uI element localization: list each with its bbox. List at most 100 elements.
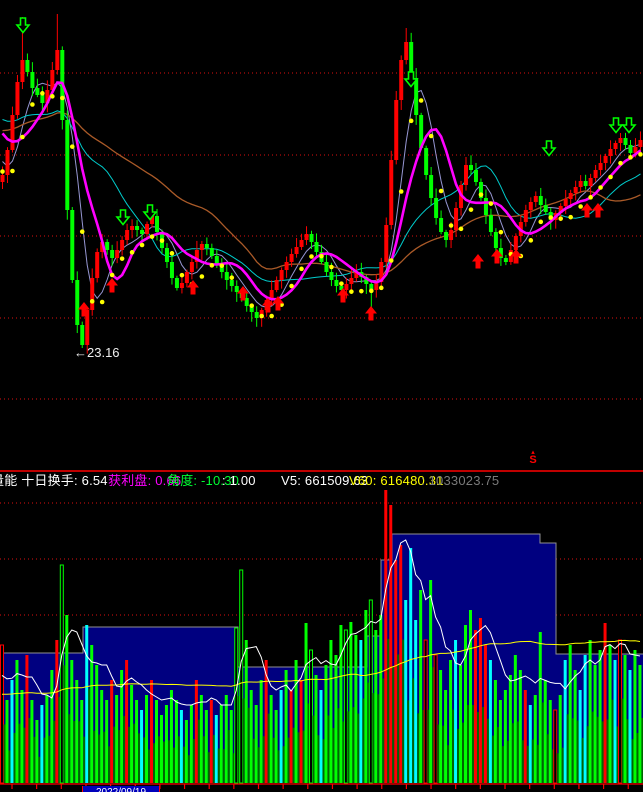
volume-bar	[439, 670, 442, 783]
volume-sub-bar	[457, 729, 459, 783]
volume-bar	[180, 710, 183, 783]
volume-bar	[464, 625, 467, 783]
volume-sub-bar	[597, 717, 599, 783]
candle-body	[180, 283, 184, 288]
volume-sub-bar	[482, 707, 484, 783]
sar-dot	[249, 303, 254, 308]
candle-body	[280, 270, 284, 280]
volume-sub-bar	[213, 735, 215, 783]
candle-body	[135, 226, 139, 230]
sar-dot	[30, 102, 35, 107]
volume-sub-bar	[133, 724, 135, 783]
volume-bar	[509, 675, 512, 783]
volume-sub-bar	[447, 745, 449, 783]
candle-body	[165, 248, 169, 262]
sar-dot	[479, 192, 484, 197]
volume-sub-bar	[477, 712, 479, 783]
sar-dot	[110, 273, 115, 278]
candle-body	[300, 240, 304, 247]
candle-body	[464, 165, 468, 185]
candle-body	[454, 208, 458, 230]
volume-sub-bar	[43, 738, 45, 783]
volume-bar	[444, 690, 447, 783]
sar-dot	[588, 195, 593, 200]
candle-body	[140, 230, 144, 234]
candle-body	[604, 156, 608, 163]
sar-dot	[329, 265, 334, 270]
buy-arrow-icon	[106, 278, 118, 293]
volume-bar	[55, 640, 58, 783]
volume-sub-bar	[98, 735, 100, 783]
volume-sub-bar	[198, 720, 200, 783]
candle-body	[125, 230, 129, 240]
volume-bar	[339, 625, 342, 783]
volume-sub-bar	[148, 749, 150, 783]
candle-body	[444, 232, 448, 240]
volume-sub-bar	[397, 654, 399, 783]
volume-sub-bar	[23, 728, 25, 783]
volume-bar	[170, 690, 173, 783]
volume-bar	[519, 670, 522, 783]
chart-canvas[interactable]: ←23.16	[0, 0, 643, 792]
volume-bar	[300, 680, 303, 783]
candle-body	[544, 205, 548, 212]
volume-sub-bar	[38, 757, 40, 783]
volume-bar	[389, 505, 392, 783]
candle-body	[210, 248, 214, 256]
volume-bar	[35, 720, 38, 783]
sell-arrow-icon	[144, 205, 156, 220]
candle-body	[609, 149, 613, 156]
candle-body	[230, 280, 234, 286]
volume-bar	[85, 625, 88, 783]
volume-bar	[449, 660, 452, 783]
volume-sub-bar	[173, 748, 175, 783]
sar-dot	[200, 274, 205, 279]
sar-dot	[529, 238, 534, 243]
volume-sub-bar	[88, 688, 90, 783]
sar-dot	[349, 289, 354, 294]
candle-body	[95, 252, 99, 278]
volume-bar	[474, 630, 477, 783]
candle-body	[349, 278, 353, 284]
volume-bar	[135, 700, 138, 783]
candle-body	[285, 262, 289, 270]
candle-body	[599, 163, 603, 170]
volume-sub-bar	[582, 738, 584, 783]
volume-bar	[60, 565, 63, 783]
volume-bar	[185, 720, 188, 783]
candle-body	[80, 325, 84, 345]
volume-bar	[499, 700, 502, 783]
volume-bar	[384, 490, 387, 783]
date-label: 2022/09/19	[83, 786, 159, 792]
sar-dot	[90, 299, 95, 304]
volume-sub-bar	[293, 728, 295, 783]
volume-sub-bar	[143, 737, 145, 783]
candle-body	[324, 262, 328, 272]
candle-body	[589, 178, 593, 186]
volume-bar	[115, 695, 118, 783]
volume-sub-bar	[243, 698, 245, 783]
candle-body	[489, 215, 493, 232]
candle-body	[70, 210, 74, 280]
volume-bar	[539, 632, 542, 783]
volume-sub-bar	[298, 732, 300, 783]
volume-sub-bar	[108, 746, 110, 783]
sar-dot	[180, 273, 185, 278]
volume-bar	[319, 690, 322, 783]
sar-dot	[439, 189, 444, 194]
volume-bar	[140, 710, 143, 783]
volume-sub-bar	[278, 750, 280, 783]
sar-dot	[399, 189, 404, 194]
volume-bar	[25, 655, 28, 783]
volume-sub-bar	[442, 726, 444, 783]
volume-sub-bar	[592, 712, 594, 783]
volume-sub-bar	[4, 724, 6, 783]
candle-body	[305, 234, 309, 240]
sar-dot	[210, 263, 215, 268]
volume-sub-bar	[63, 665, 65, 783]
volume-bar	[280, 690, 283, 783]
sar-dot	[0, 169, 5, 174]
candle-body	[1, 175, 5, 182]
volume-sub-bar	[537, 745, 539, 783]
sar-dot	[409, 119, 414, 124]
